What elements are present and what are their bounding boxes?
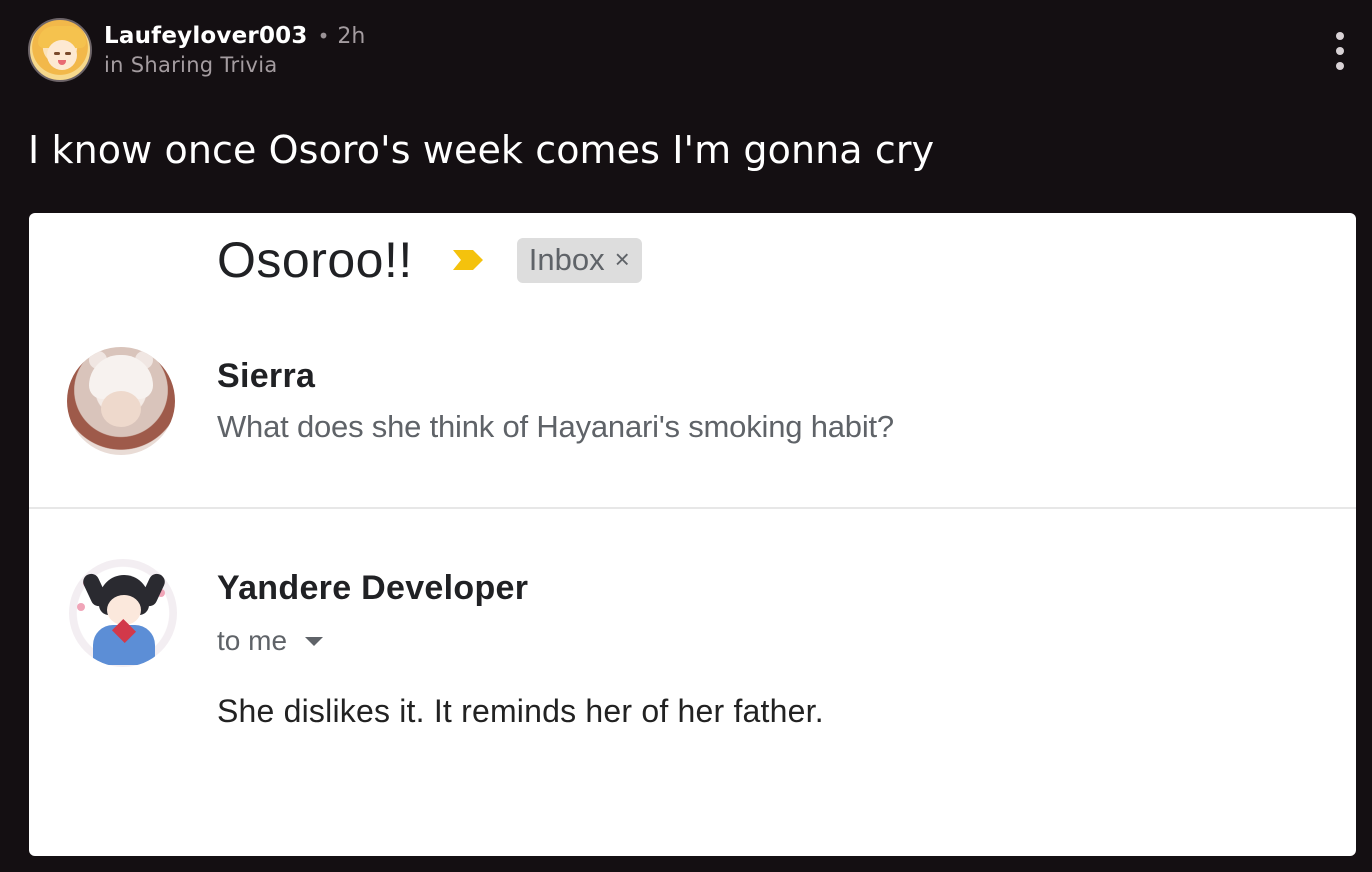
post-caption: I know once Osoro's week comes I'm gonna… — [28, 128, 935, 172]
more-vertical-icon — [1336, 47, 1344, 55]
post-meta-line: Laufeylover003 • 2h — [104, 23, 365, 49]
sender-avatar-yandere-developer — [69, 559, 177, 667]
post-meta: Laufeylover003 • 2h in Sharing Trivia — [104, 23, 365, 77]
avatar-face — [47, 40, 77, 70]
email-subject-row: Osoroo!! Inbox × — [217, 231, 642, 289]
post-time: 2h — [337, 23, 366, 49]
importance-marker-icon — [452, 250, 483, 270]
author-avatar[interactable] — [28, 18, 92, 82]
message-divider — [29, 507, 1356, 509]
sender-name: Yandere Developer — [217, 569, 529, 607]
more-options-button[interactable] — [1328, 32, 1352, 70]
sender-avatar-sierra — [67, 347, 175, 455]
more-vertical-icon — [1336, 32, 1344, 40]
recipient-details-toggle[interactable]: to me — [217, 625, 324, 657]
avatar-eye — [54, 52, 60, 55]
recipient-text: to me — [217, 625, 288, 656]
community-link[interactable]: in Sharing Trivia — [104, 53, 365, 77]
author-username[interactable]: Laufeylover003 — [104, 23, 308, 49]
remove-label-icon[interactable]: × — [615, 244, 630, 275]
post: Laufeylover003 • 2h in Sharing Trivia I … — [0, 0, 1372, 872]
avatar-face — [101, 391, 141, 427]
inbox-label-chip: Inbox × — [516, 237, 642, 283]
more-vertical-icon — [1336, 62, 1344, 70]
sender-name: Sierra — [217, 357, 316, 395]
email-subject: Osoroo!! — [217, 232, 413, 288]
avatar-petal — [77, 603, 85, 611]
inbox-label-text: Inbox — [528, 241, 605, 277]
post-header: Laufeylover003 • 2h in Sharing Trivia — [28, 18, 365, 82]
post-image[interactable]: Osoroo!! Inbox × Sierra What does she th… — [29, 213, 1356, 856]
message-body: She dislikes it. It reminds her of her f… — [217, 693, 824, 729]
meta-separator: • — [317, 24, 330, 48]
message-snippet: What does she think of Hayanari's smokin… — [217, 409, 894, 444]
avatar-eye — [65, 52, 71, 55]
chevron-down-icon — [305, 636, 324, 646]
